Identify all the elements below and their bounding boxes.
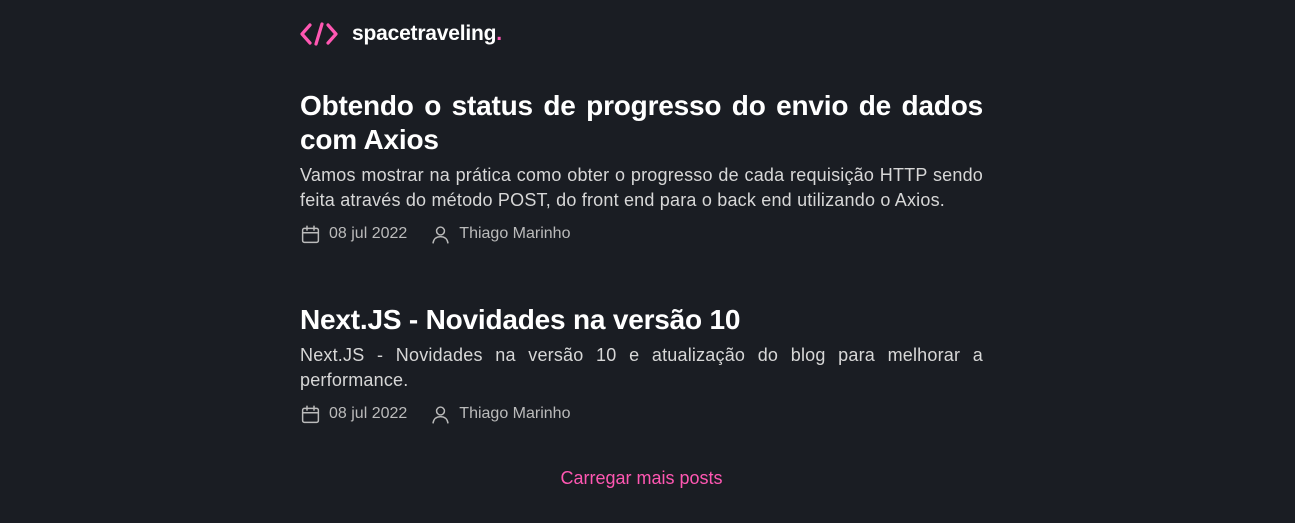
post-author-text: Thiago Marinho	[459, 405, 571, 422]
user-icon	[432, 225, 449, 244]
logo-text[interactable]: spacetraveling	[352, 22, 496, 46]
post-meta: 08 jul 2022 Thiago Marinho	[300, 402, 983, 426]
post-item[interactable]: Next.JS - Novidades na versão 10 Next.JS…	[300, 303, 983, 426]
post-date: 08 jul 2022	[300, 404, 407, 425]
post-title[interactable]: Obtendo o status de progresso do envio d…	[300, 89, 983, 157]
calendar-icon	[301, 224, 320, 243]
calendar-icon	[301, 404, 320, 423]
code-brackets-icon[interactable]	[300, 21, 338, 47]
post-meta: 08 jul 2022 Thiago Marinho	[300, 222, 983, 246]
post-subtitle: Vamos mostrar na prática como obter o pr…	[300, 165, 983, 210]
post-author: Thiago Marinho	[430, 224, 570, 245]
user-icon	[432, 405, 449, 424]
logo-dot: .	[496, 22, 503, 45]
post-author-text: Thiago Marinho	[459, 225, 571, 242]
load-more-button[interactable]: Carregar mais posts	[300, 466, 983, 490]
post-subtitle: Next.JS - Novidades na versão 10 e atual…	[300, 345, 983, 390]
header: spacetraveling.	[300, 19, 502, 49]
post-date-text: 08 jul 2022	[329, 225, 408, 242]
post-date: 08 jul 2022	[300, 224, 407, 245]
post-author: Thiago Marinho	[430, 404, 570, 425]
post-date-text: 08 jul 2022	[329, 405, 408, 422]
post-item[interactable]: Obtendo o status de progresso do envio d…	[300, 89, 983, 246]
post-title[interactable]: Next.JS - Novidades na versão 10	[300, 303, 983, 337]
